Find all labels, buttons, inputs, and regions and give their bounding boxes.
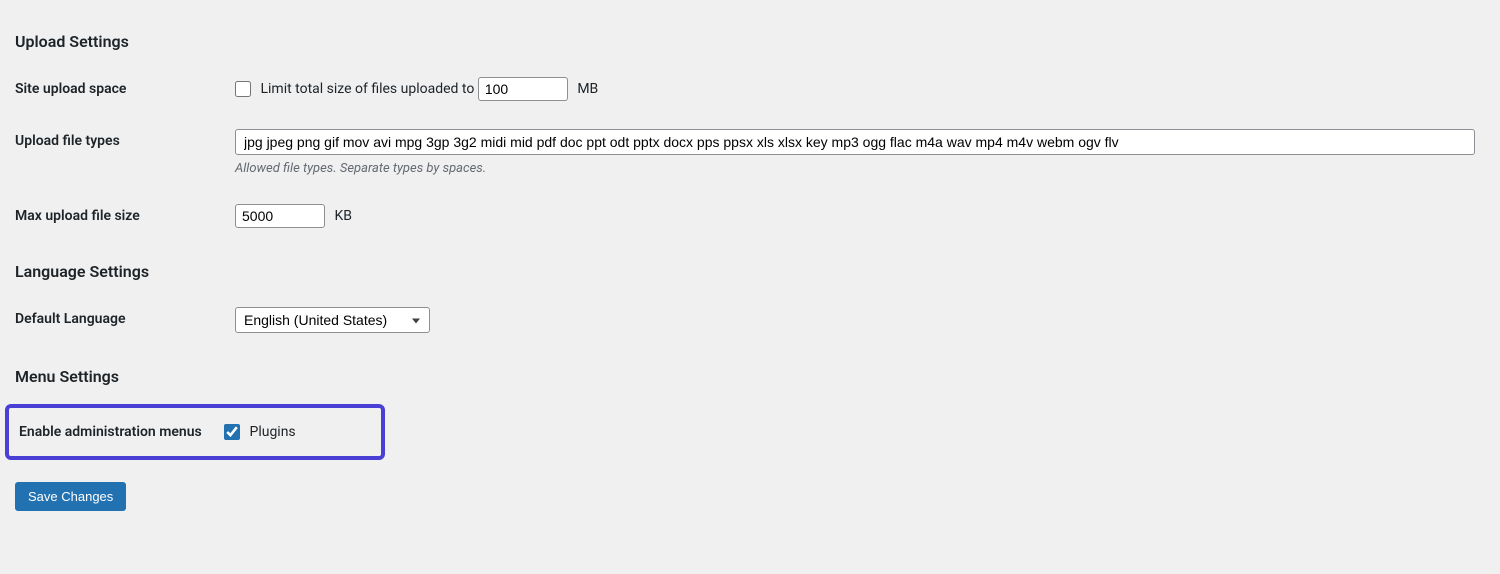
limit-upload-text: Limit total size of files uploaded to (260, 81, 474, 97)
language-settings-heading: Language Settings (15, 262, 1485, 281)
default-language-select[interactable]: English (United States) (235, 307, 430, 333)
max-upload-size-unit: KB (334, 208, 352, 224)
enable-admin-menus-highlight: Enable administration menus Plugins (5, 404, 385, 460)
max-upload-size-input[interactable] (235, 204, 325, 228)
default-language-label: Default Language (15, 293, 235, 347)
plugins-checkbox-label: Plugins (249, 424, 295, 440)
upload-file-types-input[interactable] (235, 129, 1475, 155)
limit-upload-size-input[interactable] (478, 77, 568, 101)
upload-file-types-label: Upload file types (15, 115, 235, 190)
site-upload-space-label: Site upload space (15, 63, 235, 115)
enable-admin-menus-label: Enable administration menus (19, 418, 224, 446)
save-changes-button[interactable]: Save Changes (15, 482, 126, 511)
menu-settings-heading: Menu Settings (15, 367, 1485, 386)
plugins-checkbox[interactable] (224, 424, 240, 440)
limit-upload-checkbox[interactable] (235, 81, 251, 97)
upload-settings-heading: Upload Settings (15, 32, 1485, 51)
upload-file-types-description: Allowed file types. Separate types by sp… (235, 161, 1475, 176)
max-upload-size-label: Max upload file size (15, 190, 235, 242)
limit-upload-unit: MB (577, 81, 598, 97)
